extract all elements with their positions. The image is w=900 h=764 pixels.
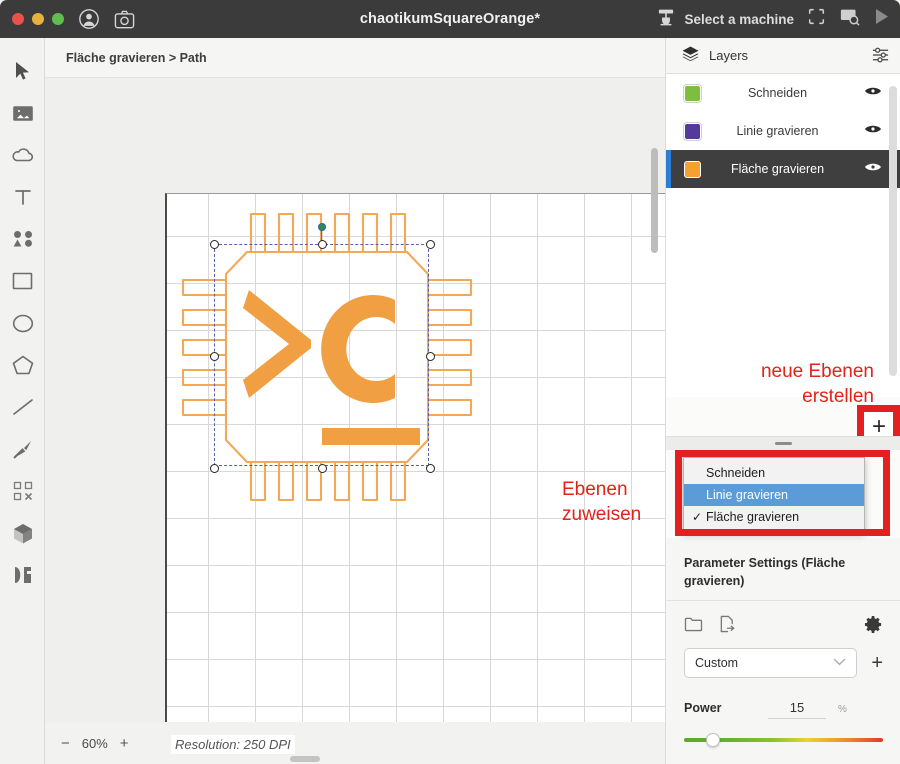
work-sheet[interactable]: [165, 193, 665, 764]
eye-icon[interactable]: [864, 160, 882, 178]
cloud-tool[interactable]: [0, 134, 45, 176]
layers-panel-header: Layers: [666, 38, 900, 74]
power-slider[interactable]: [684, 733, 883, 748]
layer-name: Schneiden: [747, 86, 808, 100]
maximize-window-button[interactable]: [52, 13, 64, 25]
layer-name: Linie gravieren: [736, 124, 819, 138]
dropdown-option-label: Schneiden: [706, 466, 766, 480]
sliders-icon[interactable]: [871, 46, 890, 69]
rectangle-tool[interactable]: [0, 260, 45, 302]
parameter-settings-title: Parameter Settings (Fläche gravieren): [666, 538, 900, 602]
layers-icon: [682, 45, 699, 66]
handle-bottom-left[interactable]: [210, 464, 219, 473]
breadcrumb[interactable]: Fläche gravieren > Path: [66, 51, 207, 65]
preview-icon[interactable]: [839, 7, 860, 31]
window-controls[interactable]: [12, 13, 64, 25]
shapes-tool[interactable]: [0, 218, 45, 260]
right-panel: Layers Schneiden Linie gravieren Fläche …: [665, 38, 900, 764]
parameter-settings-panel: Parameter Settings (Fläche gravieren) Cu…: [666, 538, 900, 764]
boolean-tool[interactable]: [0, 554, 45, 596]
ellipse-tool[interactable]: [0, 302, 45, 344]
selection-bounding-box[interactable]: [210, 223, 435, 473]
machine-icon: [656, 8, 676, 30]
title-bar: chaotikumSquareOrange* Select a machine: [0, 0, 900, 38]
dropdown-option-label: Fläche gravieren: [706, 510, 800, 524]
power-label: Power: [684, 701, 722, 716]
play-icon[interactable]: [874, 8, 890, 30]
rotation-handle[interactable]: [317, 223, 326, 231]
handle-top-center[interactable]: [318, 240, 327, 249]
dropdown-option-label: Linie gravieren: [706, 488, 788, 502]
application-window: chaotikumSquareOrange* Select a machine: [0, 0, 900, 764]
folder-icon[interactable]: [684, 616, 703, 637]
preset-row: Custom +: [684, 648, 883, 679]
pen-tool[interactable]: [0, 428, 45, 470]
select-machine-button[interactable]: Select a machine: [656, 8, 794, 30]
zoom-level: 60%: [81, 735, 108, 751]
panel-splitter[interactable]: [666, 436, 900, 450]
select-machine-label: Select a machine: [684, 11, 794, 27]
frame-icon[interactable]: [808, 8, 825, 30]
layer-color-swatch[interactable]: [684, 84, 701, 102]
camera-icon[interactable]: [114, 10, 135, 29]
text-tool[interactable]: [0, 176, 45, 218]
handle-bottom-right[interactable]: [426, 464, 435, 473]
canvas-vertical-scrollbar[interactable]: [651, 148, 658, 253]
layers-panel-scrollbar[interactable]: [889, 86, 897, 376]
power-slider-knob[interactable]: [706, 733, 720, 748]
eye-icon[interactable]: [864, 122, 882, 140]
handle-top-left[interactable]: [210, 240, 219, 249]
handle-middle-left[interactable]: [210, 352, 219, 361]
zoom-out-button[interactable]: −: [61, 735, 70, 752]
breadcrumb-bar: Fläche gravieren > Path: [45, 38, 665, 78]
dropdown-option-flaeche-gravieren[interactable]: ✓ Fläche gravieren: [684, 506, 864, 528]
handle-middle-right[interactable]: [426, 352, 435, 361]
preset-select[interactable]: Custom: [684, 648, 858, 679]
chip-logo-artwork[interactable]: [169, 196, 499, 516]
status-bar: − 60% + Resolution: 250 DPI: [45, 722, 665, 764]
layer-row[interactable]: Linie gravieren: [666, 112, 900, 150]
account-icon[interactable]: [78, 8, 100, 30]
left-toolbar: [0, 38, 45, 764]
layer-assign-dropdown[interactable]: Schneiden Linie gravieren ✓ Fläche gravi…: [683, 457, 865, 533]
resolution-label: Resolution: 250 DPI: [171, 735, 295, 754]
canvas-horizontal-scrollbar[interactable]: [290, 756, 320, 762]
chevron-down-icon: [833, 657, 846, 669]
add-preset-button[interactable]: +: [871, 652, 883, 675]
close-window-button[interactable]: [12, 13, 24, 25]
zoom-controls: − 60% +: [45, 722, 145, 764]
zoom-in-button[interactable]: +: [120, 735, 129, 752]
polygon-tool[interactable]: [0, 344, 45, 386]
layers-list[interactable]: Schneiden Linie gravieren Fläche gravier…: [666, 74, 900, 397]
power-row: Power 15 %: [684, 700, 883, 720]
parameter-settings-body: Custom + Power 15 %: [666, 601, 900, 748]
dropdown-option-linie-gravieren[interactable]: Linie gravieren: [684, 484, 864, 506]
splitter-grip: [775, 442, 792, 445]
preset-action-icons: [684, 615, 883, 638]
line-tool[interactable]: [0, 386, 45, 428]
dropdown-option-schneiden[interactable]: Schneiden: [684, 462, 864, 484]
handle-top-right[interactable]: [426, 240, 435, 249]
layer-name: Fläche gravieren: [730, 162, 825, 176]
layer-color-swatch[interactable]: [684, 122, 701, 140]
qrcode-tool[interactable]: [0, 470, 45, 512]
power-value-input[interactable]: 15: [768, 700, 826, 720]
canvas-area[interactable]: [45, 78, 665, 764]
layers-panel-title: Layers: [709, 48, 749, 63]
titlebar-actions: Select a machine: [656, 0, 890, 38]
preset-value: Custom: [695, 656, 739, 671]
minimize-window-button[interactable]: [32, 13, 44, 25]
layer-color-swatch[interactable]: [684, 160, 701, 178]
layer-row[interactable]: Schneiden: [666, 74, 900, 112]
box-tool[interactable]: [0, 512, 45, 554]
eye-icon[interactable]: [864, 84, 882, 102]
select-tool[interactable]: [0, 50, 45, 92]
layer-row[interactable]: Fläche gravieren: [666, 150, 900, 188]
image-tool[interactable]: [0, 92, 45, 134]
power-unit: %: [838, 704, 847, 716]
file-export-icon[interactable]: [719, 615, 736, 638]
handle-bottom-center[interactable]: [318, 464, 327, 473]
dropdown-check: ✓: [692, 510, 703, 524]
gear-icon[interactable]: [864, 615, 883, 639]
